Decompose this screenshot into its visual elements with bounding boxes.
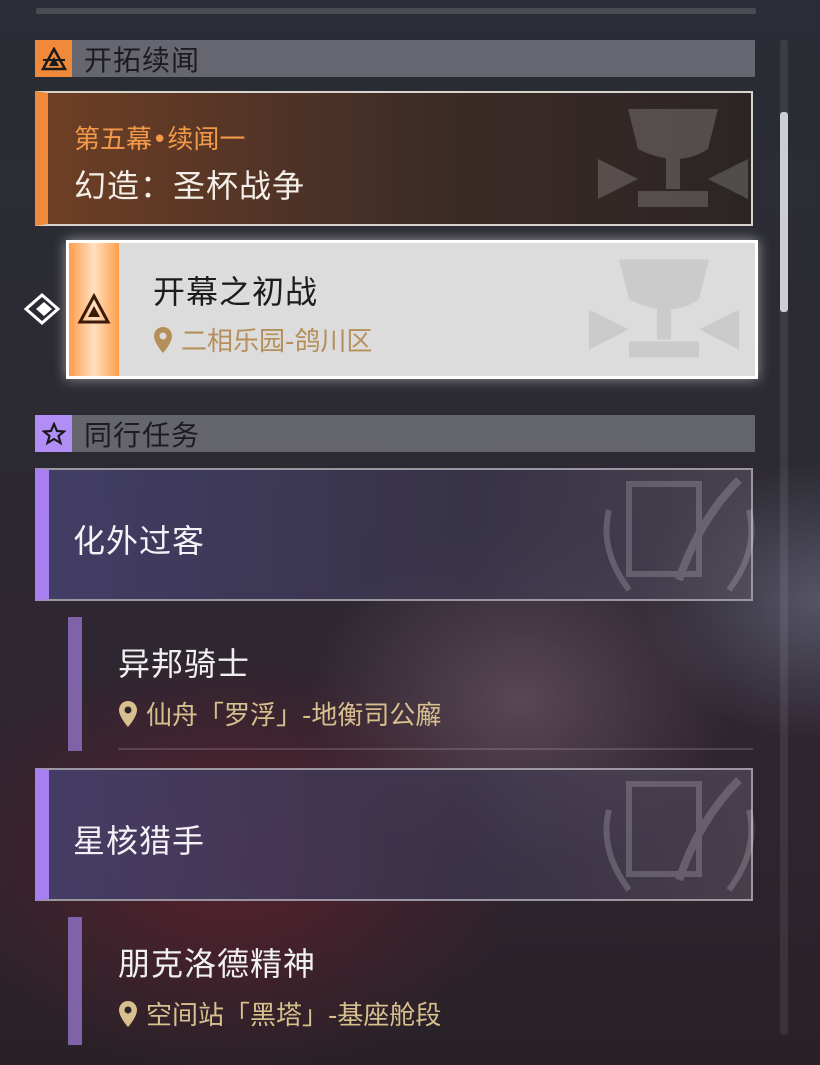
location-pin-icon	[119, 1000, 137, 1027]
feather-crest-emblem-icon	[603, 777, 755, 892]
location-pin-icon	[119, 700, 137, 727]
quest-accent-bar	[68, 617, 82, 751]
top-divider	[36, 8, 756, 14]
companion-group-title: 化外过客	[73, 522, 206, 560]
companion-group-card[interactable]: 化外过客	[35, 468, 755, 601]
quest-accent-bar	[68, 917, 82, 1045]
chapter-subtitle: 第五幕•续闻一	[74, 125, 246, 155]
chapter-title: 幻造：圣杯战争	[74, 167, 306, 205]
section-title: 开拓续闻	[84, 43, 201, 77]
chalice-emblem-icon	[589, 259, 739, 358]
triangle-eye-icon	[35, 40, 72, 77]
chapter-card[interactable]: 第五幕•续闻一 幻造：圣杯战争	[35, 91, 753, 226]
quest-title: 朋克洛德精神	[118, 945, 317, 983]
quest-location: 二相乐园-鸽川区	[153, 321, 372, 358]
quest-location-text: 空间站「黑塔」-基座舱段	[146, 1001, 442, 1031]
item-divider	[118, 748, 753, 750]
diamond-pointer-icon	[23, 293, 61, 325]
section-title: 同行任务	[84, 418, 201, 452]
quest-title: 异邦骑士	[118, 645, 251, 683]
trailblaze-section-header: 开拓续闻	[35, 40, 755, 77]
scrollbar-thumb[interactable]	[780, 112, 788, 312]
quest-type-strip	[69, 243, 119, 376]
quest-location: 仙舟「罗浮」-地衡司公廨	[118, 695, 441, 732]
star-icon	[35, 415, 72, 452]
triangle-eye-icon	[77, 292, 111, 323]
feather-crest-emblem-icon	[603, 477, 755, 592]
companion-section-header: 同行任务	[35, 415, 755, 452]
companion-group-title: 星核猎手	[73, 822, 206, 860]
active-quest-card[interactable]: 开幕之初战 二相乐园-鸽川区	[66, 240, 758, 379]
companion-quest-item[interactable]: 朋克洛德精神 空间站「黑塔」-基座舱段	[68, 917, 756, 1047]
location-pin-icon	[154, 326, 172, 353]
companion-group-card[interactable]: 星核猎手	[35, 768, 755, 901]
companion-quest-item[interactable]: 异邦骑士 仙舟「罗浮」-地衡司公廨	[68, 617, 756, 752]
quest-location: 空间站「黑塔」-基座舱段	[118, 995, 441, 1032]
quest-location-text: 仙舟「罗浮」-地衡司公廨	[146, 701, 442, 731]
quest-location-text: 二相乐园-鸽川区	[181, 327, 373, 357]
quest-title: 开幕之初战	[153, 273, 319, 311]
chalice-emblem-icon	[598, 109, 748, 207]
